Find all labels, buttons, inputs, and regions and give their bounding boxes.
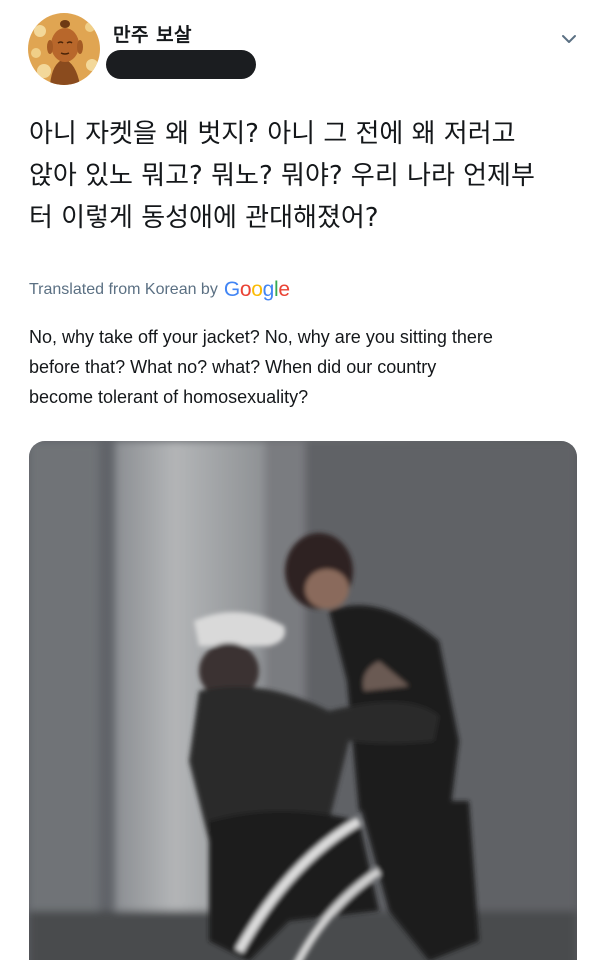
- translated-label: Translated from Korean by: [29, 281, 218, 298]
- avatar[interactable]: [28, 13, 100, 85]
- tweet-text-line: 터 이렇게 동성애에 관대해졌어?: [29, 203, 379, 233]
- buddha-avatar-icon: [28, 13, 100, 85]
- tweet-photo[interactable]: [29, 441, 577, 960]
- tweet-text-line: 아니 자켓을 왜 벗지? 아니 그 전에 왜 저러고: [29, 119, 516, 149]
- translated-text-line: become tolerant of homosexuality?: [29, 387, 309, 407]
- translated-by-link[interactable]: Translated from Korean by Google: [29, 274, 290, 306]
- display-name[interactable]: 만주 보살: [113, 20, 192, 47]
- google-logo: Google: [223, 278, 290, 301]
- translated-text-line: No, why take off your jacket? No, why ar…: [29, 327, 493, 347]
- chevron-down-icon[interactable]: [557, 27, 581, 51]
- translated-text: No, why take off your jacket? No, why ar…: [29, 322, 579, 412]
- tweet-text-line: 앉아 있노 뭐고? 뭐노? 뭐야? 우리 나라 언제부: [29, 161, 535, 191]
- redacted-handle: [106, 50, 256, 79]
- photo-media: [29, 441, 577, 960]
- translated-text-line: before that? What no? what? When did our…: [29, 357, 437, 377]
- tweet-text: 아니 자켓을 왜 벗지? 아니 그 전에 왜 저러고 앉아 있노 뭐고? 뭐노?…: [29, 113, 577, 239]
